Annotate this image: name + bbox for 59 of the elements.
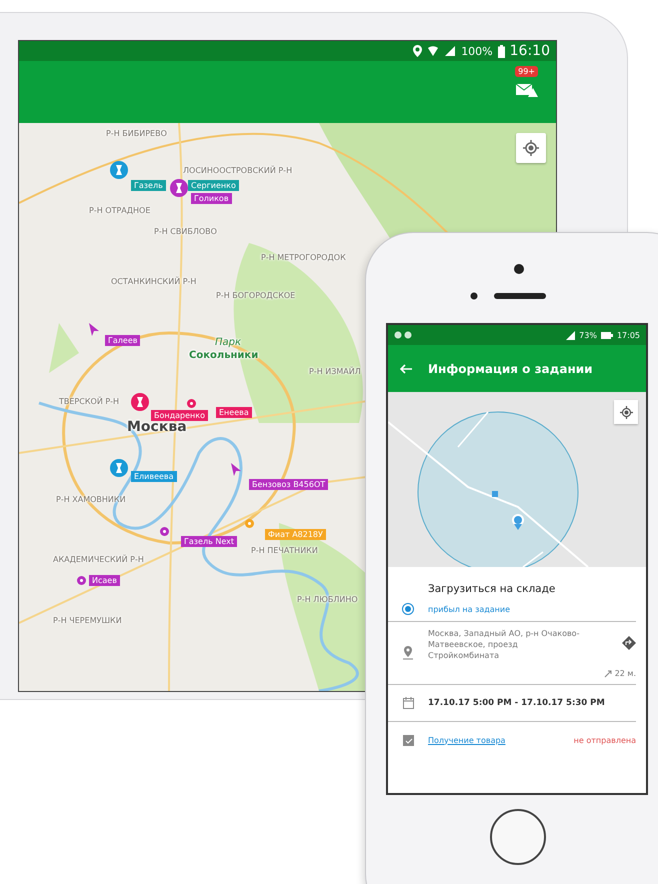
task-status: прибыл на задание xyxy=(428,604,512,614)
battery-percent: 73% xyxy=(579,330,597,340)
district-label: Р-Н ИЗМАЙЛ xyxy=(309,367,361,376)
location-pin-icon xyxy=(413,45,422,57)
clipboard-icon xyxy=(402,734,414,746)
district-label: Р-Н ПЕЧАТНИКИ xyxy=(251,546,318,555)
envelope-icon xyxy=(516,83,538,97)
vehicle-tag[interactable]: Газель xyxy=(131,180,166,191)
battery-percent: 100% xyxy=(461,44,493,58)
vehicle-tag[interactable]: Голиков xyxy=(191,193,232,204)
district-label: АКАДЕМИЧЕСКИЙ Р-Н xyxy=(53,555,144,564)
district-label: Р-Н БОГОРОДСКОЕ xyxy=(216,291,296,300)
district-label: Р-Н МЕТРОГОРОДОК xyxy=(261,253,346,262)
signal-icon xyxy=(444,45,456,57)
task-title: Загрузиться на складе xyxy=(428,583,556,595)
calendar-icon xyxy=(402,697,414,709)
vehicle-tag[interactable]: Бондаренко xyxy=(151,410,208,421)
address-text: Москва, Западный АО, р-н Очаково-Матвеевское, проезд Стройкомбината xyxy=(428,628,580,661)
clock-time: 17:05 xyxy=(616,330,640,340)
speaker-grille-icon xyxy=(470,291,546,301)
back-arrow-icon xyxy=(400,364,412,374)
vehicle-tag[interactable]: Сергиенко xyxy=(188,180,239,191)
park-label: Парк xyxy=(215,337,242,348)
district-label: Р-Н ЛЮБЛИНО xyxy=(297,595,358,604)
directions-icon xyxy=(622,636,636,650)
vehicle-tag[interactable]: Галеев xyxy=(105,335,140,346)
notification-icon xyxy=(394,331,412,339)
battery-icon xyxy=(498,44,505,58)
vehicle-tag[interactable]: Еливеева xyxy=(131,471,177,482)
screen-title: Информация о задании xyxy=(428,362,593,376)
city-label: Москва xyxy=(127,419,187,435)
info-icon xyxy=(402,603,414,615)
camera-icon xyxy=(514,264,524,274)
clock-time: 16:10 xyxy=(510,43,550,59)
locate-button[interactable] xyxy=(516,133,546,163)
district-label: Р-Н ЧЕРЕМУШКИ xyxy=(53,616,122,625)
vehicle-tag[interactable]: Бензовоз В456ОТ xyxy=(249,479,328,490)
locate-button[interactable] xyxy=(614,400,638,424)
district-label: ЛОСИНООСТРОВСКИЙ Р-Н xyxy=(183,166,292,175)
crosshair-icon xyxy=(620,406,632,418)
vehicle-tag[interactable]: Енеева xyxy=(216,407,252,418)
back-button[interactable] xyxy=(400,364,412,374)
battery-icon xyxy=(600,332,613,338)
crosshair-icon xyxy=(523,140,539,156)
district-label: ОСТАНКИНСКИЙ Р-Н xyxy=(111,277,196,286)
signal-icon xyxy=(566,330,576,340)
distance-text: 22 м. xyxy=(614,669,636,678)
directions-button[interactable] xyxy=(622,636,636,653)
route-icon xyxy=(604,670,612,678)
district-label: Р-Н ОТРАДНОЕ xyxy=(89,206,150,215)
document-status: не отправлена xyxy=(574,736,636,744)
location-pin-icon xyxy=(403,646,413,660)
time-window-text: 17.10.17 5:00 PM - 17.10.17 5:30 PM xyxy=(428,698,606,708)
wifi-icon xyxy=(427,45,440,57)
document-link[interactable]: Получение товара xyxy=(428,736,506,744)
vehicle-tag[interactable]: Газель Next xyxy=(181,536,237,547)
district-label: Р-Н БИБИРЕВО xyxy=(106,129,167,138)
vehicle-tag[interactable]: Исаев xyxy=(89,575,120,586)
notification-badge: 99+ xyxy=(515,66,538,77)
